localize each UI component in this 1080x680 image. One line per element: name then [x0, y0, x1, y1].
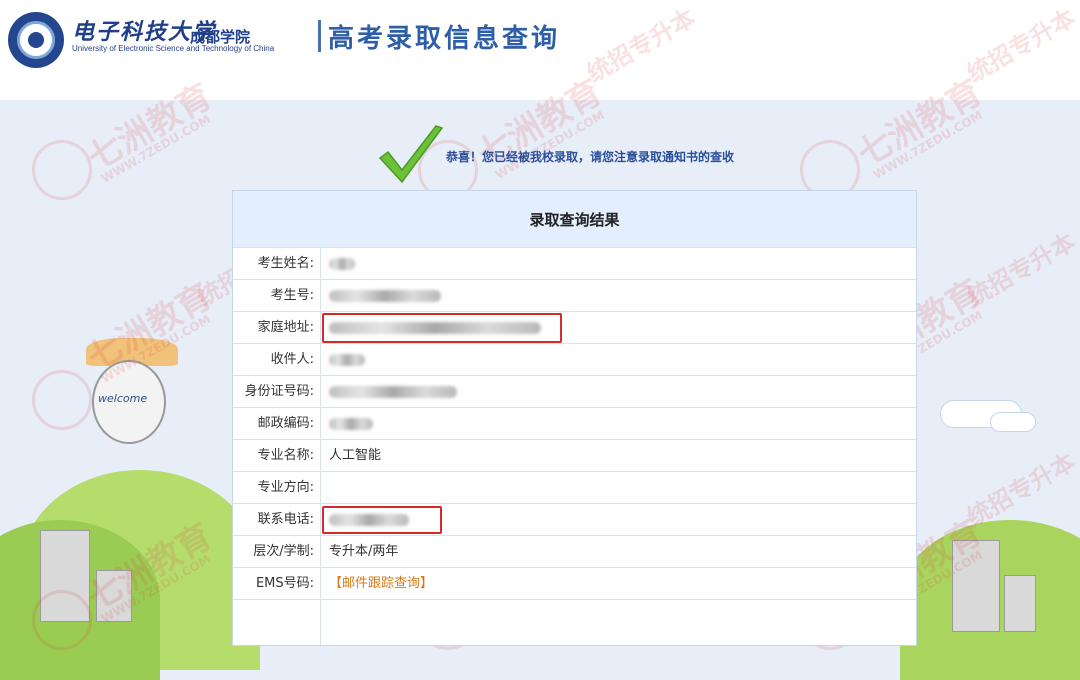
home-address-value — [321, 312, 916, 343]
id-number-value — [321, 376, 916, 407]
result-row-blank — [233, 599, 916, 647]
phone-value — [321, 504, 916, 535]
result-row-ems: EMS号码: 【邮件跟踪查询】 — [233, 567, 916, 599]
highlight-box — [322, 506, 442, 534]
postcode-value — [321, 408, 916, 439]
result-row-postcode: 邮政编码: — [233, 407, 916, 439]
result-row-exam-number: 考生号: — [233, 279, 916, 311]
redacted-value — [329, 353, 365, 366]
result-row-level: 层次/学制: 专升本/两年 — [233, 535, 916, 567]
page-title: 高考录取信息查询 — [328, 24, 561, 54]
row-label-empty — [233, 600, 321, 647]
result-row-recipient: 收件人: — [233, 343, 916, 375]
result-row-id-number: 身份证号码: — [233, 375, 916, 407]
redacted-value — [329, 385, 457, 398]
recipient-value — [321, 344, 916, 375]
row-label: 考生号: — [233, 280, 321, 311]
row-label: 专业方向: — [233, 472, 321, 503]
row-value-empty — [321, 600, 916, 647]
highlight-box — [322, 313, 562, 343]
decor-building-right-2 — [1004, 575, 1036, 632]
result-row-major: 专业名称: 人工智能 — [233, 439, 916, 471]
row-label: 身份证号码: — [233, 376, 321, 407]
level-duration-value: 专升本/两年 — [329, 544, 399, 559]
admission-result-panel: 录取查询结果 考生姓名: 考生号: 家庭地址: 收件人: 身份证号码: 邮政编码… — [232, 190, 917, 647]
row-label: 层次/学制: — [233, 536, 321, 567]
ems-tracking-link[interactable]: 【邮件跟踪查询】 — [329, 576, 433, 591]
major-value: 人工智能 — [329, 448, 382, 463]
decor-cloud-2 — [990, 412, 1036, 432]
row-label: 专业名称: — [233, 440, 321, 471]
major-direction-value — [321, 472, 916, 503]
candidate-name-value — [321, 248, 916, 279]
ems-value: 【邮件跟踪查询】 — [321, 568, 916, 599]
row-label: 邮政编码: — [233, 408, 321, 439]
result-row-name: 考生姓名: — [233, 247, 916, 279]
row-label: 家庭地址: — [233, 312, 321, 343]
watermark-side-text: 统招专升本 — [962, 227, 1080, 312]
balloon-text: welcome — [98, 392, 148, 405]
row-label: 联系电话: — [233, 504, 321, 535]
redacted-value — [329, 257, 355, 270]
result-row-major-direction: 专业方向: — [233, 471, 916, 503]
result-panel-title: 录取查询结果 — [233, 191, 916, 247]
result-row-address: 家庭地址: — [233, 311, 916, 343]
watermark-side-text: 统招专升本 — [962, 447, 1080, 532]
row-label: EMS号码: — [233, 568, 321, 599]
exam-number-value — [321, 280, 916, 311]
result-row-phone: 联系电话: — [233, 503, 916, 535]
header-divider — [318, 20, 321, 52]
checkmark-icon — [378, 125, 444, 184]
admission-congrats-message: 恭喜！您已经被我校录取，请您注意录取通知书的查收 — [446, 150, 735, 164]
university-seal-logo — [8, 12, 64, 68]
university-name-en: University of Electronic Science and Tec… — [72, 44, 275, 53]
watermark-seal — [32, 370, 92, 430]
redacted-value — [329, 417, 373, 430]
page-header: 电子科技大学 成都学院 University of Electronic Sci… — [0, 0, 1080, 100]
watermark-seal — [32, 590, 92, 650]
row-label: 收件人: — [233, 344, 321, 375]
redacted-value — [329, 289, 441, 302]
row-label: 考生姓名: — [233, 248, 321, 279]
